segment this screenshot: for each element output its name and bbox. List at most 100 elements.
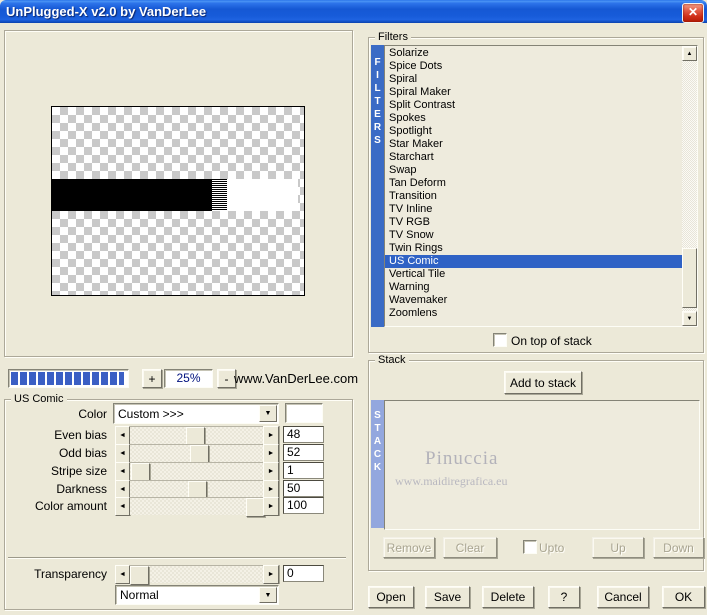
slider-value-field[interactable]: 48 bbox=[283, 426, 324, 443]
filter-list-item[interactable]: Spotlight bbox=[385, 125, 682, 138]
slider-left-arrow-icon[interactable]: ◄ bbox=[115, 565, 130, 584]
unplugged-x-dialog: UnPlugged-X v2.0 by VanDerLee ✕ + 25% - … bbox=[0, 0, 707, 615]
slider-value-field[interactable]: 0 bbox=[283, 565, 324, 582]
clear-button[interactable]: Clear bbox=[443, 537, 497, 558]
slider-track[interactable] bbox=[130, 565, 263, 585]
ok-button[interactable]: OK bbox=[662, 586, 705, 608]
chevron-down-icon[interactable]: ▼ bbox=[259, 587, 277, 603]
color-swatch[interactable] bbox=[285, 403, 323, 423]
even-bias-slider-row: Even bias ◄ ► 48 bbox=[0, 426, 353, 446]
filters-scrollbar[interactable]: ▲ ▼ bbox=[682, 46, 697, 326]
filter-list-item[interactable]: Wavemaker bbox=[385, 294, 682, 307]
filter-settings-group-label: US Comic bbox=[11, 393, 67, 406]
filter-list-item[interactable]: Vertical Tile bbox=[385, 268, 682, 281]
slider-value-field[interactable]: 1 bbox=[283, 462, 324, 479]
slider-thumb[interactable] bbox=[130, 566, 149, 585]
preview-image[interactable] bbox=[51, 106, 305, 296]
filter-list-item[interactable]: Starchart bbox=[385, 151, 682, 164]
divider bbox=[8, 557, 346, 559]
color-label: Color bbox=[78, 407, 107, 421]
remove-button[interactable]: Remove bbox=[383, 537, 435, 558]
filter-list-item[interactable]: Spiral bbox=[385, 73, 682, 86]
color-dropdown-value: Custom >>> bbox=[118, 406, 184, 421]
slider-label: Even bias bbox=[54, 428, 107, 442]
slider-track[interactable] bbox=[130, 426, 263, 446]
preview-white-bar bbox=[227, 179, 298, 211]
slider-value-field[interactable]: 52 bbox=[283, 444, 324, 461]
filters-list-items: Solarize Spice Dots Spiral Spiral Maker Spli… bbox=[385, 47, 682, 320]
upto-checkbox[interactable] bbox=[523, 540, 537, 554]
filter-list-item[interactable]: Warning bbox=[385, 281, 682, 294]
slider-left-arrow-icon[interactable]: ◄ bbox=[115, 426, 130, 445]
color-dropdown[interactable]: Custom >>> ▼ bbox=[113, 403, 279, 424]
color-amount-slider-row: Color amount ◄ ► 100 bbox=[0, 497, 353, 517]
filter-list-item[interactable]: Swap bbox=[385, 164, 682, 177]
slider-right-arrow-icon[interactable]: ► bbox=[263, 426, 279, 445]
preview-black-bar bbox=[52, 179, 212, 211]
on-top-of-stack-checkbox[interactable] bbox=[493, 333, 507, 347]
filter-list-item[interactable]: Spokes bbox=[385, 112, 682, 125]
up-button[interactable]: Up bbox=[592, 537, 644, 558]
close-button[interactable]: ✕ bbox=[682, 3, 704, 23]
slider-left-arrow-icon[interactable]: ◄ bbox=[115, 462, 130, 481]
filter-list-item[interactable]: Tan Deform bbox=[385, 177, 682, 190]
progress-bar bbox=[8, 369, 129, 388]
filter-list-item[interactable]: Split Contrast bbox=[385, 99, 682, 112]
slider-label: Color amount bbox=[34, 499, 107, 513]
slider-value-field[interactable]: 100 bbox=[283, 497, 324, 514]
filters-vertical-banner: FILTERS bbox=[371, 45, 384, 327]
slider-label: Odd bias bbox=[58, 446, 107, 460]
slider-value-field[interactable]: 50 bbox=[283, 480, 324, 497]
zoom-in-button[interactable]: + bbox=[142, 369, 162, 388]
filter-list-item[interactable]: Solarize bbox=[385, 47, 682, 60]
stripe-size-slider-row: Stripe size ◄ ► 1 bbox=[0, 462, 353, 482]
progress-fill bbox=[11, 372, 124, 385]
help-button[interactable]: ? bbox=[548, 586, 580, 608]
slider-track[interactable] bbox=[130, 444, 263, 464]
slider-track[interactable] bbox=[130, 480, 263, 500]
filters-list[interactable]: Solarize Spice Dots Spiral Spiral Maker Spli… bbox=[384, 45, 698, 327]
filter-list-item[interactable]: US Comic bbox=[385, 255, 682, 268]
save-button[interactable]: Save bbox=[425, 586, 470, 608]
watermark-url: www.maidiregrafica.eu bbox=[395, 474, 508, 488]
filter-list-item[interactable]: Spice Dots bbox=[385, 60, 682, 73]
darkness-slider-row: Darkness ◄ ► 50 bbox=[0, 480, 353, 500]
filter-list-item[interactable]: TV RGB bbox=[385, 216, 682, 229]
blend-mode-dropdown[interactable]: Normal ▼ bbox=[115, 585, 279, 605]
slider-track[interactable] bbox=[130, 497, 265, 517]
slider-left-arrow-icon[interactable]: ◄ bbox=[115, 497, 130, 516]
scrollbar-thumb[interactable] bbox=[682, 248, 697, 308]
title-bar[interactable]: UnPlugged-X v2.0 by VanDerLee ✕ bbox=[0, 0, 707, 23]
preview-striped-transition bbox=[212, 179, 227, 211]
filter-list-item[interactable]: TV Inline bbox=[385, 203, 682, 216]
preview-panel bbox=[4, 30, 353, 357]
cancel-button[interactable]: Cancel bbox=[597, 586, 649, 608]
down-button[interactable]: Down bbox=[653, 537, 704, 558]
filter-list-item[interactable]: Star Maker bbox=[385, 138, 682, 151]
delete-button[interactable]: Delete bbox=[482, 586, 534, 608]
upto-label: Upto bbox=[539, 541, 565, 555]
filter-list-item[interactable]: Spiral Maker bbox=[385, 86, 682, 99]
slider-right-arrow-icon[interactable]: ► bbox=[263, 565, 279, 584]
chevron-down-icon[interactable]: ▼ bbox=[259, 405, 277, 422]
filter-list-item[interactable]: Transition bbox=[385, 190, 682, 203]
window-title: UnPlugged-X v2.0 by VanDerLee bbox=[6, 4, 207, 19]
open-button[interactable]: Open bbox=[368, 586, 414, 608]
vendor-website-link: www.VanDerLee.com bbox=[234, 371, 359, 386]
slider-right-arrow-icon[interactable]: ► bbox=[263, 497, 279, 516]
filter-list-item[interactable]: TV Snow bbox=[385, 229, 682, 242]
watermark-text: Pinuccia bbox=[425, 448, 499, 469]
scroll-up-icon[interactable]: ▲ bbox=[682, 46, 697, 61]
filter-list-item[interactable]: Twin Rings bbox=[385, 242, 682, 255]
filter-list-item[interactable]: Zoomlens bbox=[385, 307, 682, 320]
slider-left-arrow-icon[interactable]: ◄ bbox=[115, 444, 130, 463]
slider-right-arrow-icon[interactable]: ► bbox=[263, 462, 279, 481]
odd-bias-slider-row: Odd bias ◄ ► 52 bbox=[0, 444, 353, 464]
stack-list[interactable]: Pinuccia www.maidiregrafica.eu bbox=[384, 400, 700, 530]
add-to-stack-button[interactable]: Add to stack bbox=[504, 371, 582, 394]
slider-label: Stripe size bbox=[50, 464, 107, 478]
slider-track[interactable] bbox=[130, 462, 263, 482]
slider-right-arrow-icon[interactable]: ► bbox=[263, 444, 279, 463]
scroll-down-icon[interactable]: ▼ bbox=[682, 311, 697, 326]
on-top-of-stack-label: On top of stack bbox=[511, 334, 592, 348]
